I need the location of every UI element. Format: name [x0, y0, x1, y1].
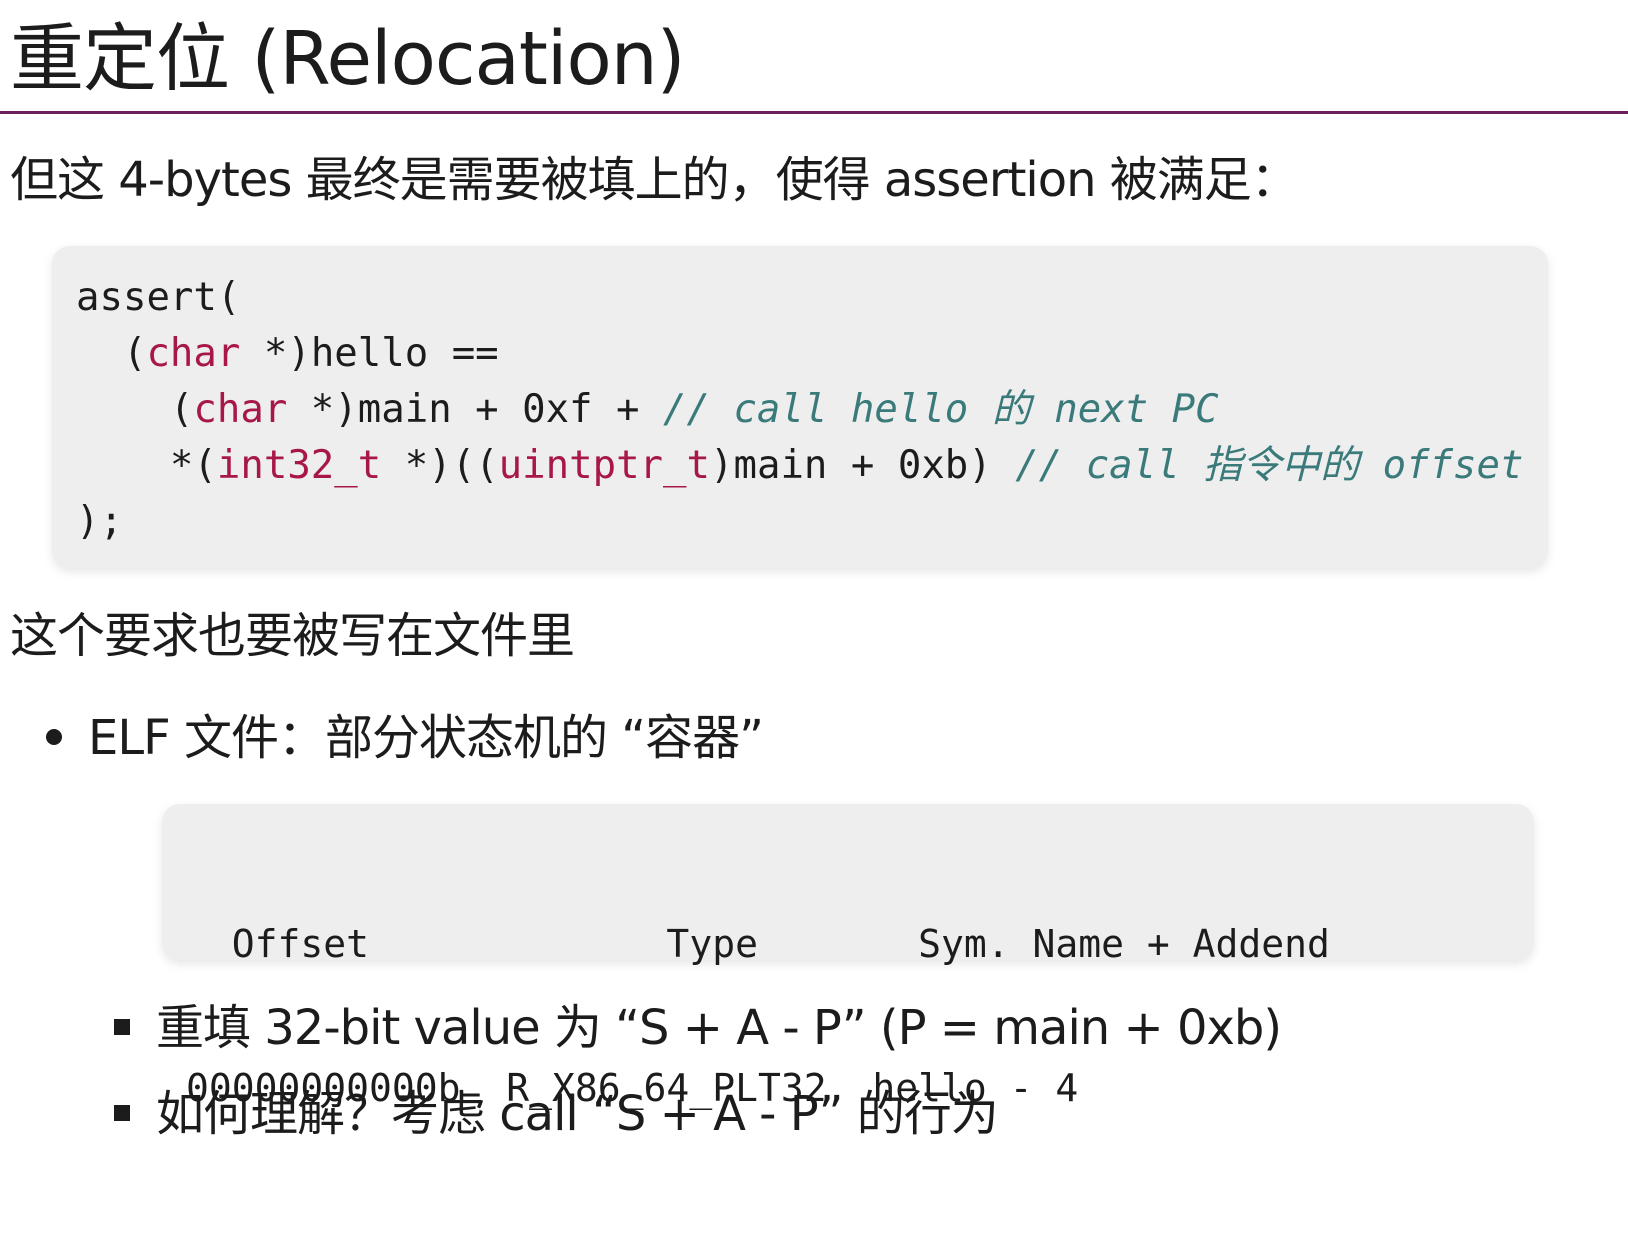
code-comment: // call hello 的 next PC — [663, 387, 1219, 432]
relocation-table-block: Offset Type Sym. Name + Addend 000000000… — [162, 804, 1534, 1110]
code-comment: // call 指令中的 offset — [1015, 443, 1524, 488]
sub-bullet-2-text: 如何理解？考虑 call “S + A - P” 的行为 — [156, 1086, 999, 1142]
title-divider — [0, 111, 1628, 114]
code-line-2: (char *)hello == — [122, 331, 499, 376]
keyword-char: char — [193, 387, 288, 432]
code-line-4: *(int32_t *)((uintptr_t)main + 0xb) // c… — [169, 443, 1524, 488]
page-title: 重定位 (Relocation) — [10, 16, 685, 102]
assert-code-block: assert( (char *)hello == (char *)main + … — [52, 246, 1548, 568]
bullet-square-icon — [114, 1019, 130, 1035]
sub-bullet-1-text: 重填 32-bit value 为 “S + A - P” (P = main … — [156, 1000, 1282, 1056]
bullet-elf: ELF 文件：部分状态机的 “容器” — [46, 708, 764, 768]
sub-bullet-2: 如何理解？考虑 call “S + A - P” 的行为 — [114, 1084, 999, 1144]
assert-code: assert( (char *)hello == (char *)main + … — [76, 270, 1523, 550]
code-line-5: ); — [76, 499, 123, 544]
keyword-char: char — [146, 331, 241, 376]
keyword-int32: int32_t — [216, 443, 382, 488]
requirement-paragraph: 这个要求也要被写在文件里 — [10, 608, 575, 664]
bullet-square-icon — [114, 1105, 130, 1121]
bullet-dot-icon — [46, 729, 62, 745]
code-line-3: (char *)main + 0xf + // call hello 的 nex… — [169, 387, 1219, 432]
relocation-table-header: Offset Type Sym. Name + Addend — [186, 922, 1330, 966]
sub-bullet-1: 重填 32-bit value 为 “S + A - P” (P = main … — [114, 998, 1282, 1058]
bullet-elf-text: ELF 文件：部分状态机的 “容器” — [88, 710, 764, 766]
keyword-uintptr: uintptr_t — [498, 443, 710, 488]
intro-paragraph: 但这 4-bytes 最终是需要被填上的，使得 assertion 被满足： — [10, 152, 1299, 208]
code-line-1: assert( — [76, 275, 241, 320]
